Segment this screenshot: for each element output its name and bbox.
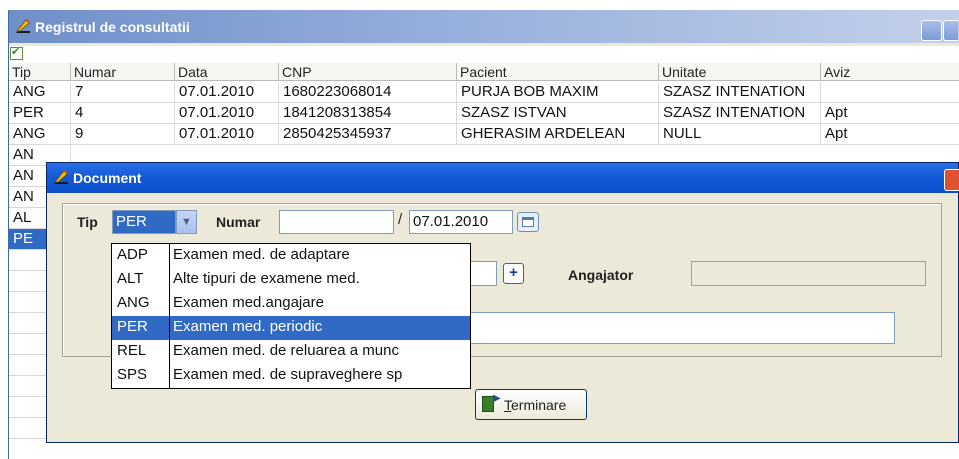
column-header-data[interactable]: Data xyxy=(175,63,279,81)
cell-cnp: 2850425345937 xyxy=(279,124,457,144)
dropdown-option-adp[interactable]: ADP Examen med. de adaptare xyxy=(112,244,470,268)
terminare-label-rest: erminare xyxy=(511,397,567,413)
cell-numar: 9 xyxy=(71,124,175,144)
tip-dropdown-list[interactable]: ADP Examen med. de adaptare ALT Alte tip… xyxy=(111,243,471,389)
column-header-aviz[interactable]: Aviz xyxy=(821,63,959,81)
notes-field[interactable] xyxy=(467,312,895,344)
table-row[interactable]: PER 4 07.01.2010 1841208313854 SZASZ IST… xyxy=(9,103,959,124)
cell-unitate: NULL xyxy=(659,124,821,144)
option-code: ANG xyxy=(112,292,170,316)
angajator-field[interactable] xyxy=(691,261,926,286)
numar-label: Numar xyxy=(216,214,261,230)
column-header-tip[interactable]: Tip xyxy=(9,63,71,81)
dialog-pencil-icon xyxy=(54,170,68,184)
dropdown-option-alt[interactable]: ALT Alte tipuri de examene med. xyxy=(112,268,470,292)
calendar-icon xyxy=(522,217,534,227)
cell-data: 07.01.2010 xyxy=(175,124,279,144)
app-pencil-icon xyxy=(16,19,30,33)
cell-aviz xyxy=(821,82,959,102)
maximize-button[interactable] xyxy=(943,20,958,41)
tip-label: Tip xyxy=(77,214,98,230)
select-all-checkbox[interactable] xyxy=(10,46,23,60)
patient-field[interactable] xyxy=(467,261,497,286)
main-titlebar[interactable]: Registrul de consultatii xyxy=(9,10,959,43)
minimize-button[interactable] xyxy=(921,20,942,41)
cell-cnp: 1841208313854 xyxy=(279,103,457,123)
exit-arrow-icon: ▶ xyxy=(493,393,501,404)
cell-numar: 7 xyxy=(71,82,175,102)
terminare-button[interactable]: ▶ Terminare xyxy=(475,389,587,420)
terminare-hotkey: T xyxy=(504,397,511,413)
option-code: ALT xyxy=(112,268,170,292)
calendar-button[interactable] xyxy=(517,212,539,232)
numar-field[interactable] xyxy=(279,210,394,234)
main-window-title: Registrul de consultatii xyxy=(35,19,190,35)
option-description: Examen med. periodic xyxy=(170,316,470,340)
cell-pacient: PURJA BOB MAXIM xyxy=(457,82,659,102)
option-description: Examen med. de supraveghere sp xyxy=(173,366,403,383)
column-header-cnp[interactable]: CNP xyxy=(279,63,457,81)
angajator-label: Angajator xyxy=(568,267,634,283)
column-header-numar[interactable]: Numar xyxy=(71,63,175,81)
column-header-unitate[interactable]: Unitate xyxy=(659,63,821,81)
table-row[interactable]: ANG 9 07.01.2010 2850425345937 GHERASIM … xyxy=(9,124,959,145)
option-description: Examen med.angajare xyxy=(173,294,324,311)
option-code: SPS xyxy=(112,364,170,388)
tip-select[interactable]: PER xyxy=(112,210,176,234)
dialog-title: Document xyxy=(73,170,142,186)
document-dialog: Document Tip PER ▼ Numar / 07.01.2010 + … xyxy=(46,162,959,443)
cell-unitate: SZASZ INTENATION xyxy=(659,103,821,123)
table-row[interactable]: ANG 7 07.01.2010 1680223068014 PURJA BOB… xyxy=(9,82,959,103)
cell-cnp: 1680223068014 xyxy=(279,82,457,102)
option-code: REL xyxy=(112,340,170,364)
dropdown-option-per[interactable]: PER Examen med. periodic xyxy=(112,316,470,340)
option-code: ADP xyxy=(112,244,170,268)
cell-data: 07.01.2010 xyxy=(175,103,279,123)
cell-data: 07.01.2010 xyxy=(175,82,279,102)
cell-tip: ANG xyxy=(9,82,71,102)
date-field[interactable]: 07.01.2010 xyxy=(409,210,513,234)
cell-tip: PER xyxy=(9,103,71,123)
cell-tip: ANG xyxy=(9,124,71,144)
chevron-down-icon[interactable]: ▼ xyxy=(176,210,197,234)
option-description: Examen med. de adaptare xyxy=(173,246,350,263)
dialog-titlebar[interactable]: Document xyxy=(47,163,959,193)
cell-pacient: GHERASIM ARDELEAN xyxy=(457,124,659,144)
cell-numar: 4 xyxy=(71,103,175,123)
add-button[interactable]: + xyxy=(503,263,524,284)
column-header-pacient[interactable]: Pacient xyxy=(457,63,659,81)
dropdown-option-ang[interactable]: ANG Examen med.angajare xyxy=(112,292,470,316)
terminare-label: Terminare xyxy=(504,397,566,413)
close-button[interactable] xyxy=(944,169,959,191)
option-code: PER xyxy=(112,316,170,340)
dropdown-option-rel[interactable]: REL Examen med. de reluarea a munc xyxy=(112,340,470,364)
option-description: Examen med. de reluarea a munc xyxy=(173,342,399,359)
option-description: Alte tipuri de examene med. xyxy=(173,270,360,287)
date-separator: / xyxy=(398,211,403,228)
cell-aviz: Apt xyxy=(821,103,959,123)
cell-aviz: Apt xyxy=(821,124,959,144)
cell-pacient: SZASZ ISTVAN xyxy=(457,103,659,123)
cell-unitate: SZASZ INTENATION xyxy=(659,82,821,102)
dropdown-option-sps[interactable]: SPS Examen med. de supraveghere sp xyxy=(112,364,470,388)
